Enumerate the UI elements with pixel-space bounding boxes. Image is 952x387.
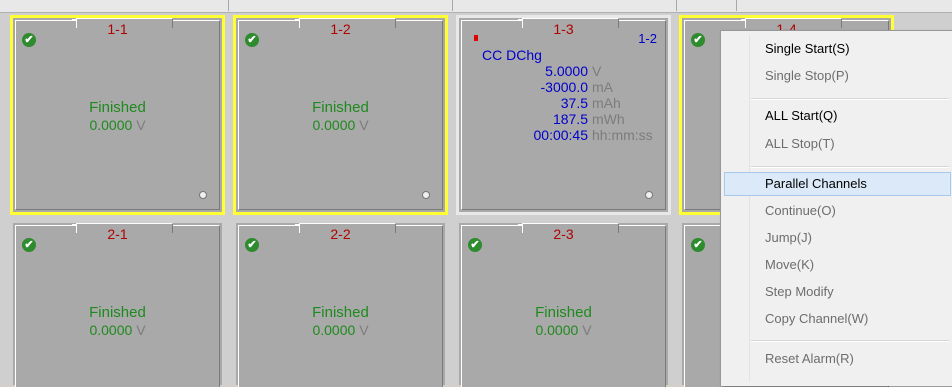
check-icon: ✔	[691, 238, 705, 252]
step-marker-icon	[474, 35, 478, 41]
menu-item-all-start[interactable]: ALL Start(Q)	[765, 106, 837, 126]
menu-gutter	[749, 35, 750, 382]
menu-item-copy-channel[interactable]: Copy Channel(W)	[765, 309, 868, 329]
check-icon: ✔	[245, 238, 259, 252]
check-icon: ✔	[468, 238, 482, 252]
menu-item-step-modify[interactable]: Step Modify	[765, 282, 834, 302]
menu-item-continue[interactable]: Continue(O)	[765, 201, 836, 221]
menu-item-reset-alarm[interactable]: Reset Alarm(R)	[765, 349, 854, 369]
check-icon: ✔	[22, 33, 36, 47]
channel-id: 1-3	[553, 21, 574, 37]
channel-tile-2-1[interactable]: 2-1 ✔ Finished 0.0000 V	[10, 220, 225, 387]
menu-item-jump[interactable]: Jump(J)	[765, 228, 812, 248]
menu-item-all-stop[interactable]: ALL Stop(T)	[765, 134, 835, 154]
menu-item-single-start[interactable]: Single Start(S)	[765, 39, 850, 59]
channel-voltage: 0.0000 V	[89, 322, 146, 338]
channel-tile-1-1[interactable]: 1-1 ✔ Finished 0.0000 V	[10, 15, 225, 215]
channel-status: Finished	[535, 304, 592, 321]
channel-voltage: 0.0000 V	[312, 117, 369, 133]
channel-id: 2-2	[330, 226, 351, 242]
check-icon: ✔	[22, 238, 36, 252]
channel-id: 2-3	[553, 226, 574, 242]
menu-item-single-stop[interactable]: Single Stop(P)	[765, 66, 849, 86]
channel-voltage: 0.0000 V	[535, 322, 592, 338]
channel-id: 2-1	[107, 226, 128, 242]
top-strip	[0, 0, 952, 13]
menu-item-parallel-channels[interactable]: Parallel Channels	[765, 174, 867, 194]
channel-voltage: 0.0000 V	[312, 322, 369, 338]
channel-status: Finished	[312, 99, 369, 116]
menu-item-move[interactable]: Move(K)	[765, 255, 814, 275]
channel-status: Finished	[89, 304, 146, 321]
channel-id: 1-2	[330, 21, 351, 37]
channel-status: Finished	[89, 99, 146, 116]
work-mode: CC DChg	[482, 47, 542, 63]
channel-status: Finished	[312, 304, 369, 321]
check-icon: ✔	[691, 33, 705, 47]
channel-tile-1-2[interactable]: 1-2 ✔ Finished 0.0000 V	[233, 15, 448, 215]
parallel-group: 1-2	[638, 31, 657, 46]
channel-voltage: 0.0000 V	[89, 117, 146, 133]
menu-separator	[751, 340, 949, 342]
context-menu: Single Start(S) Single Stop(P) ALL Start…	[720, 30, 952, 386]
channel-id: 1-1	[107, 21, 128, 37]
menu-separator	[751, 166, 949, 168]
pin-icon	[645, 191, 653, 199]
channel-tile-2-3[interactable]: 2-3 ✔ Finished 0.0000 V	[456, 220, 671, 387]
check-icon: ✔	[245, 33, 259, 47]
menu-separator	[751, 98, 949, 100]
channel-tile-2-2[interactable]: 2-2 ✔ Finished 0.0000 V	[233, 220, 448, 387]
pin-icon	[199, 191, 207, 199]
channel-tile-1-3[interactable]: 1-3 1-2 CC DChg 5.0000 V -3000.0 mA 37.5…	[456, 15, 671, 215]
pin-icon	[422, 191, 430, 199]
